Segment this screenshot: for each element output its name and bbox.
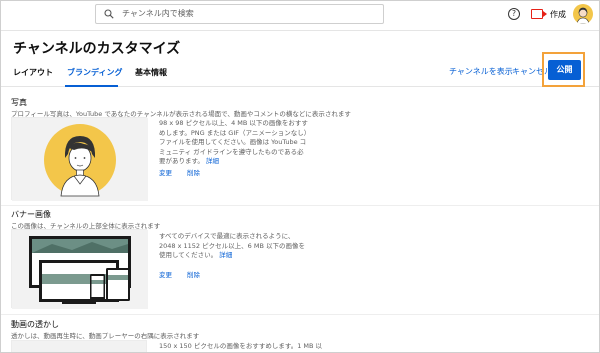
photo-guidelines-text: 98 x 98 ピクセル以上、4 MB 以下の画像をおすすめします。PNG また… [159,119,308,165]
search-input[interactable]: チャンネル内で検索 [95,4,384,24]
view-channel-link[interactable]: チャンネルを表示 [449,66,513,77]
video-camera-icon [531,9,547,19]
profile-photo-preview [11,117,148,201]
app-frame: チャンネル内で検索 ? 作成 チャンネルのカスタマイズ レイアウト ブランディン… [0,0,600,353]
section-divider [1,314,599,315]
tab-basic-info[interactable]: 基本情報 [135,67,167,78]
profile-illustration [12,118,148,201]
help-icon[interactable]: ? [508,8,520,20]
active-tab-indicator [65,85,118,87]
banner-change-button[interactable]: 変更 [159,269,172,279]
avatar[interactable] [573,4,593,24]
banner-delete-button[interactable]: 削除 [187,269,200,279]
watermark-section-description: 透かしは、動画再生時に、動画プレーヤーの右隅に表示されます [11,332,200,340]
banner-more-link[interactable]: 詳細 [219,251,232,259]
banner-section-title: バナー画像 [11,210,51,219]
top-bar: チャンネル内で検索 ? 作成 [1,1,599,31]
tab-branding[interactable]: ブランディング [67,67,122,78]
search-icon [104,9,114,19]
search-placeholder: チャンネル内で検索 [122,9,194,18]
photo-guidelines: 98 x 98 ピクセル以上、4 MB 以下の画像をおすすめします。PNG また… [159,119,309,167]
page-title: チャンネルのカスタマイズ [13,41,181,57]
publish-button[interactable]: 公開 [548,60,581,80]
devices-illustration [12,230,148,309]
create-label: 作成 [550,9,566,19]
photo-change-button[interactable]: 変更 [159,167,172,177]
tab-layout[interactable]: レイアウト [13,67,53,78]
watermark-guidelines: 150 x 150 ピクセルの画像をおすすめします。1 MB 以 [159,342,323,350]
create-button[interactable]: 作成 [531,7,566,21]
avatar-person-icon [576,7,590,24]
banner-preview [11,229,148,309]
watermark-section-title: 動画の透かし [11,320,59,329]
watermark-preview [11,340,147,352]
banner-guidelines: すべてのデバイスで最適に表示されるように、2048 x 1152 ピクセル以上、… [159,232,309,261]
photo-delete-button[interactable]: 削除 [187,167,200,177]
photo-more-link[interactable]: 詳細 [206,157,219,165]
section-divider [1,205,599,206]
photo-section-title: 写真 [11,98,27,107]
